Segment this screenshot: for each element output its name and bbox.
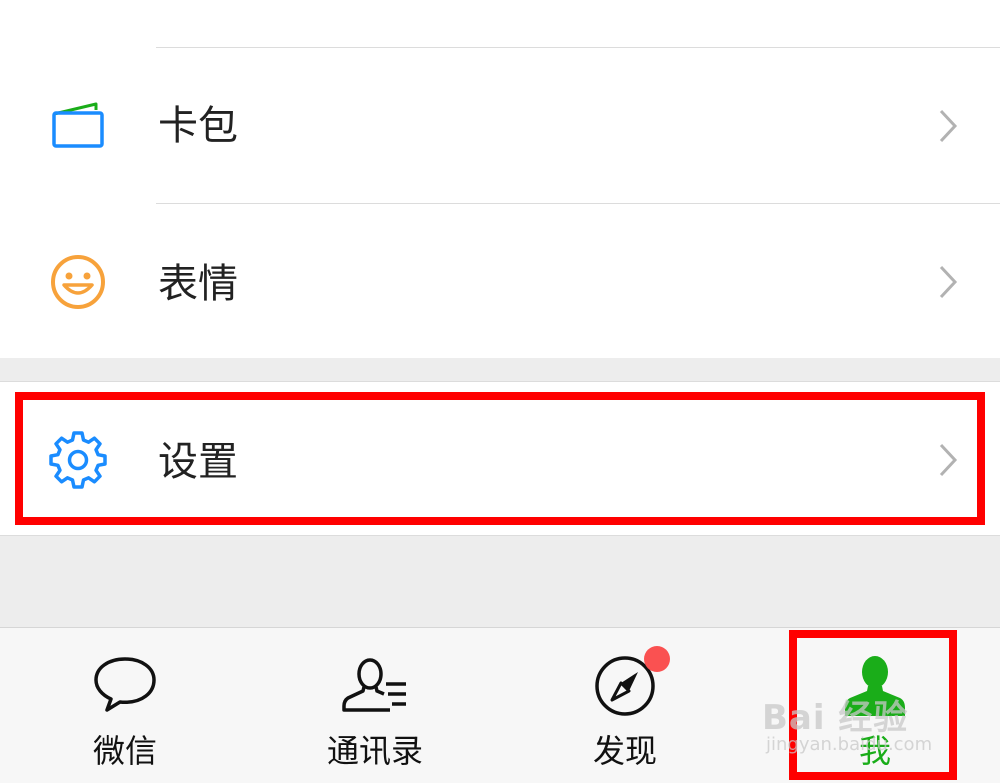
gear-icon [48, 430, 108, 490]
menu-item-card-wallet[interactable]: 卡包 [0, 48, 1000, 203]
tab-chats[interactable]: 微信 [0, 628, 250, 783]
chevron-right-icon [939, 109, 958, 143]
smiley-face-icon [48, 252, 108, 312]
chat-bubble-icon [94, 657, 156, 712]
menu-item-settings[interactable]: 设置 [0, 382, 1000, 537]
menu-item-label: 表情 [158, 261, 238, 307]
tab-label: 通讯录 [326, 732, 423, 770]
menu-item-stickers[interactable]: 表情 [0, 204, 1000, 359]
tab-discover[interactable]: 发现 [500, 628, 750, 783]
tab-label: 微信 [92, 732, 157, 770]
chevron-right-icon [939, 443, 958, 477]
tab-me[interactable]: 我 [750, 628, 1000, 783]
person-icon [845, 656, 905, 716]
chevron-right-icon [939, 265, 958, 299]
card-wallet-icon [48, 95, 108, 155]
bottom-tab-bar: 微信 通讯录 发现 我 [0, 627, 1000, 783]
tab-contacts[interactable]: 通讯录 [250, 628, 500, 783]
notification-badge [644, 646, 670, 672]
contacts-icon [342, 658, 406, 712]
menu-item-label: 卡包 [158, 103, 238, 149]
tab-label: 我 [858, 732, 891, 770]
menu-group-top: 卡包 表情 [0, 0, 1000, 358]
tab-label: 发现 [592, 732, 657, 770]
menu-group-settings: 设置 [0, 381, 1000, 536]
menu-item-label: 设置 [158, 439, 238, 485]
